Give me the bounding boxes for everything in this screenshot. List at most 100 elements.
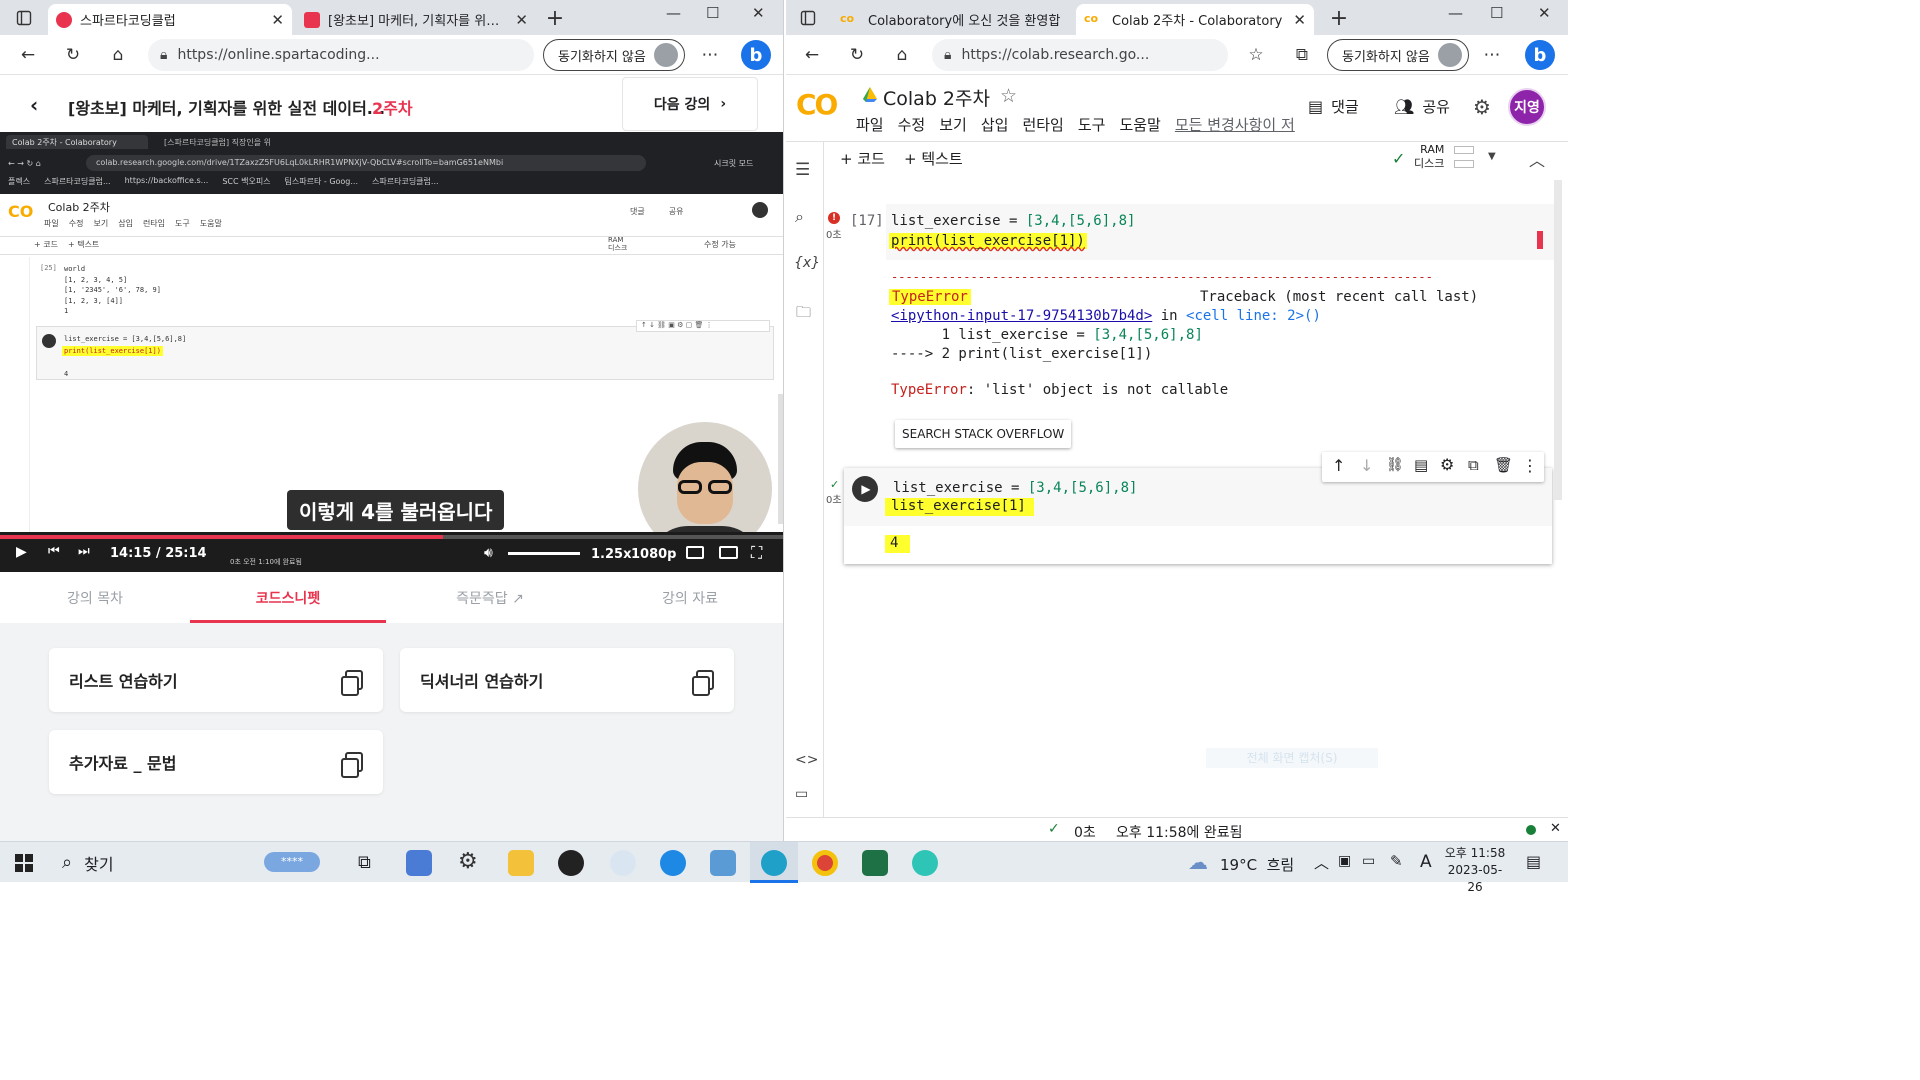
- more-vert-icon[interactable]: ⋮: [1522, 456, 1538, 475]
- skip-back-icon[interactable]: ⏮: [48, 544, 60, 559]
- taskbar-active-app[interactable]: [750, 842, 798, 883]
- url-field[interactable]: 🔒︎ https://online.spartacoding...: [148, 39, 534, 71]
- notebook-title[interactable]: Colab 2주차: [883, 84, 990, 111]
- volume-icon[interactable]: 🔊︎: [484, 545, 493, 561]
- new-tab-icon[interactable]: +: [541, 4, 569, 32]
- copy-icon[interactable]: [341, 670, 363, 696]
- collections-icon[interactable]: ⧉: [1288, 41, 1316, 69]
- tab-colab-week2[interactable]: co Colab 2주차 - Colaboratory ✕: [1076, 4, 1314, 35]
- file-explorer-icon[interactable]: [508, 850, 534, 876]
- back-arrow-icon[interactable]: ←: [14, 41, 42, 69]
- quality-button[interactable]: 1080p: [631, 547, 677, 562]
- tab-lecture-index[interactable]: 강의 목차: [0, 588, 190, 608]
- windows-start-icon[interactable]: [15, 854, 33, 872]
- move-down-icon[interactable]: ↓: [1360, 456, 1373, 475]
- bing-icon[interactable]: b: [741, 40, 771, 70]
- maximize-icon[interactable]: ☐: [706, 4, 719, 22]
- menu-edit[interactable]: 수정: [898, 114, 926, 135]
- speed-button[interactable]: 1.25x: [591, 547, 631, 562]
- tab-actions-icon[interactable]: [794, 4, 822, 32]
- run-cell-icon[interactable]: ▶: [852, 476, 878, 502]
- star-icon[interactable]: ☆: [1000, 85, 1017, 107]
- variables-icon[interactable]: {x}: [794, 255, 820, 271]
- minimize-icon[interactable]: —: [1448, 4, 1463, 22]
- close-tab-icon[interactable]: ✕: [515, 11, 528, 29]
- move-up-icon[interactable]: ↑: [1332, 456, 1345, 475]
- snippet-card[interactable]: 딕셔너리 연습하기: [400, 648, 734, 712]
- settings-gear-icon[interactable]: ⚙: [1473, 95, 1491, 119]
- code-snippets-icon[interactable]: <>: [795, 752, 818, 768]
- task-view-icon[interactable]: ⧉: [358, 852, 371, 873]
- menu-tools[interactable]: 도구: [1078, 114, 1106, 135]
- obs-icon[interactable]: [558, 850, 584, 876]
- taskbar-search[interactable]: ⌕ 찾기 ****: [48, 842, 338, 883]
- collapse-chevron-icon[interactable]: ︿: [1529, 147, 1545, 171]
- chrome-icon[interactable]: [812, 850, 838, 876]
- maximize-icon[interactable]: ☐: [1490, 4, 1503, 22]
- bing-icon[interactable]: b: [1525, 40, 1555, 70]
- link-icon[interactable]: ⛓: [1386, 457, 1404, 473]
- close-status-icon[interactable]: ✕: [1550, 821, 1561, 836]
- paint-icon[interactable]: [610, 850, 636, 876]
- copy-icon[interactable]: [692, 670, 714, 696]
- caret-down-icon[interactable]: ▼: [1488, 151, 1496, 162]
- fullscreen-icon[interactable]: ⛶: [751, 543, 762, 563]
- menu-runtime[interactable]: 런타임: [1022, 114, 1063, 135]
- menu-file[interactable]: 파일: [856, 114, 884, 135]
- ie-icon[interactable]: [660, 850, 686, 876]
- snippet-card[interactable]: 리스트 연습하기: [49, 648, 383, 712]
- ime-indicator[interactable]: A: [1420, 852, 1432, 872]
- tab-instant-qa[interactable]: 즉문즉답 ↗: [392, 588, 588, 608]
- toc-icon[interactable]: ☰: [795, 160, 810, 180]
- new-tab-icon[interactable]: +: [1325, 4, 1353, 32]
- tab-lecture[interactable]: [왕초보] 마케터, 기획자를 위한 실 ✕: [296, 4, 536, 35]
- home-icon[interactable]: ⌂: [888, 41, 916, 69]
- reload-icon[interactable]: ↻: [843, 41, 871, 69]
- close-tab-icon[interactable]: ✕: [1293, 11, 1306, 29]
- reload-icon[interactable]: ↻: [59, 41, 87, 69]
- close-window-icon[interactable]: ✕: [752, 4, 765, 22]
- menu-help[interactable]: 도움말: [1119, 114, 1160, 135]
- sync-button[interactable]: 동기화하지 않음: [1327, 39, 1469, 71]
- more-menu-icon[interactable]: ⋯: [696, 41, 724, 69]
- progress-track[interactable]: [0, 535, 783, 539]
- comment-icon[interactable]: ▤: [1414, 456, 1428, 474]
- clock[interactable]: 오후 11:58 2023-05-26: [1444, 845, 1506, 896]
- ram-disk-indicator[interactable]: RAM 디스크: [1414, 143, 1444, 171]
- tray-chevron-icon[interactable]: ︿: [1314, 852, 1329, 873]
- captions-icon[interactable]: [686, 546, 704, 559]
- tab-code-snippets[interactable]: 코드스니펫: [190, 588, 386, 608]
- folder-icon[interactable]: 🗀: [796, 302, 811, 327]
- search-stack-overflow-button[interactable]: SEARCH STACK OVERFLOW: [895, 420, 1072, 448]
- url-field[interactable]: 🔒︎ https://colab.research.go...: [932, 39, 1228, 71]
- colab-logo[interactable]: CO: [796, 88, 838, 121]
- copy-icon[interactable]: [341, 752, 363, 778]
- minimize-icon[interactable]: —: [666, 4, 681, 22]
- add-text-button[interactable]: + 텍스트: [904, 148, 963, 169]
- mirror-cell-icon[interactable]: ⧉: [1468, 456, 1479, 474]
- share-button[interactable]: 👥︎ 공유: [1394, 96, 1450, 117]
- volume-slider[interactable]: [508, 552, 580, 555]
- weather-text[interactable]: 19°C 흐림: [1220, 854, 1294, 875]
- add-code-button[interactable]: + 코드: [840, 148, 885, 169]
- tab-colab-welcome[interactable]: co Colaboratory에 오신 것을 환영합: [832, 4, 1072, 35]
- snippet-card[interactable]: 추가자료 _ 문법: [49, 730, 383, 794]
- app-icon[interactable]: [710, 850, 736, 876]
- delete-icon[interactable]: 🗑︎: [1494, 456, 1513, 474]
- comment-button[interactable]: ▤ 댓글: [1308, 96, 1359, 117]
- tab-actions-icon[interactable]: [10, 4, 38, 32]
- terminal-icon[interactable]: ▭: [795, 786, 808, 802]
- chevron-left-icon[interactable]: ‹: [30, 93, 38, 117]
- notification-icon[interactable]: ▤: [1526, 852, 1541, 871]
- close-tab-icon[interactable]: ✕: [271, 11, 284, 29]
- back-arrow-icon[interactable]: ←: [798, 41, 826, 69]
- app2-icon[interactable]: [912, 850, 938, 876]
- settings-gear-icon[interactable]: ⚙: [1440, 455, 1454, 474]
- home-icon[interactable]: ⌂: [104, 41, 132, 69]
- play-icon[interactable]: ▶: [16, 544, 27, 560]
- menu-view[interactable]: 보기: [939, 114, 967, 135]
- next-lecture-button[interactable]: 다음 강의 ›: [622, 77, 758, 131]
- close-window-icon[interactable]: ✕: [1538, 4, 1551, 22]
- sync-button[interactable]: 동기화하지 않음: [543, 39, 685, 71]
- excel-icon[interactable]: [862, 850, 888, 876]
